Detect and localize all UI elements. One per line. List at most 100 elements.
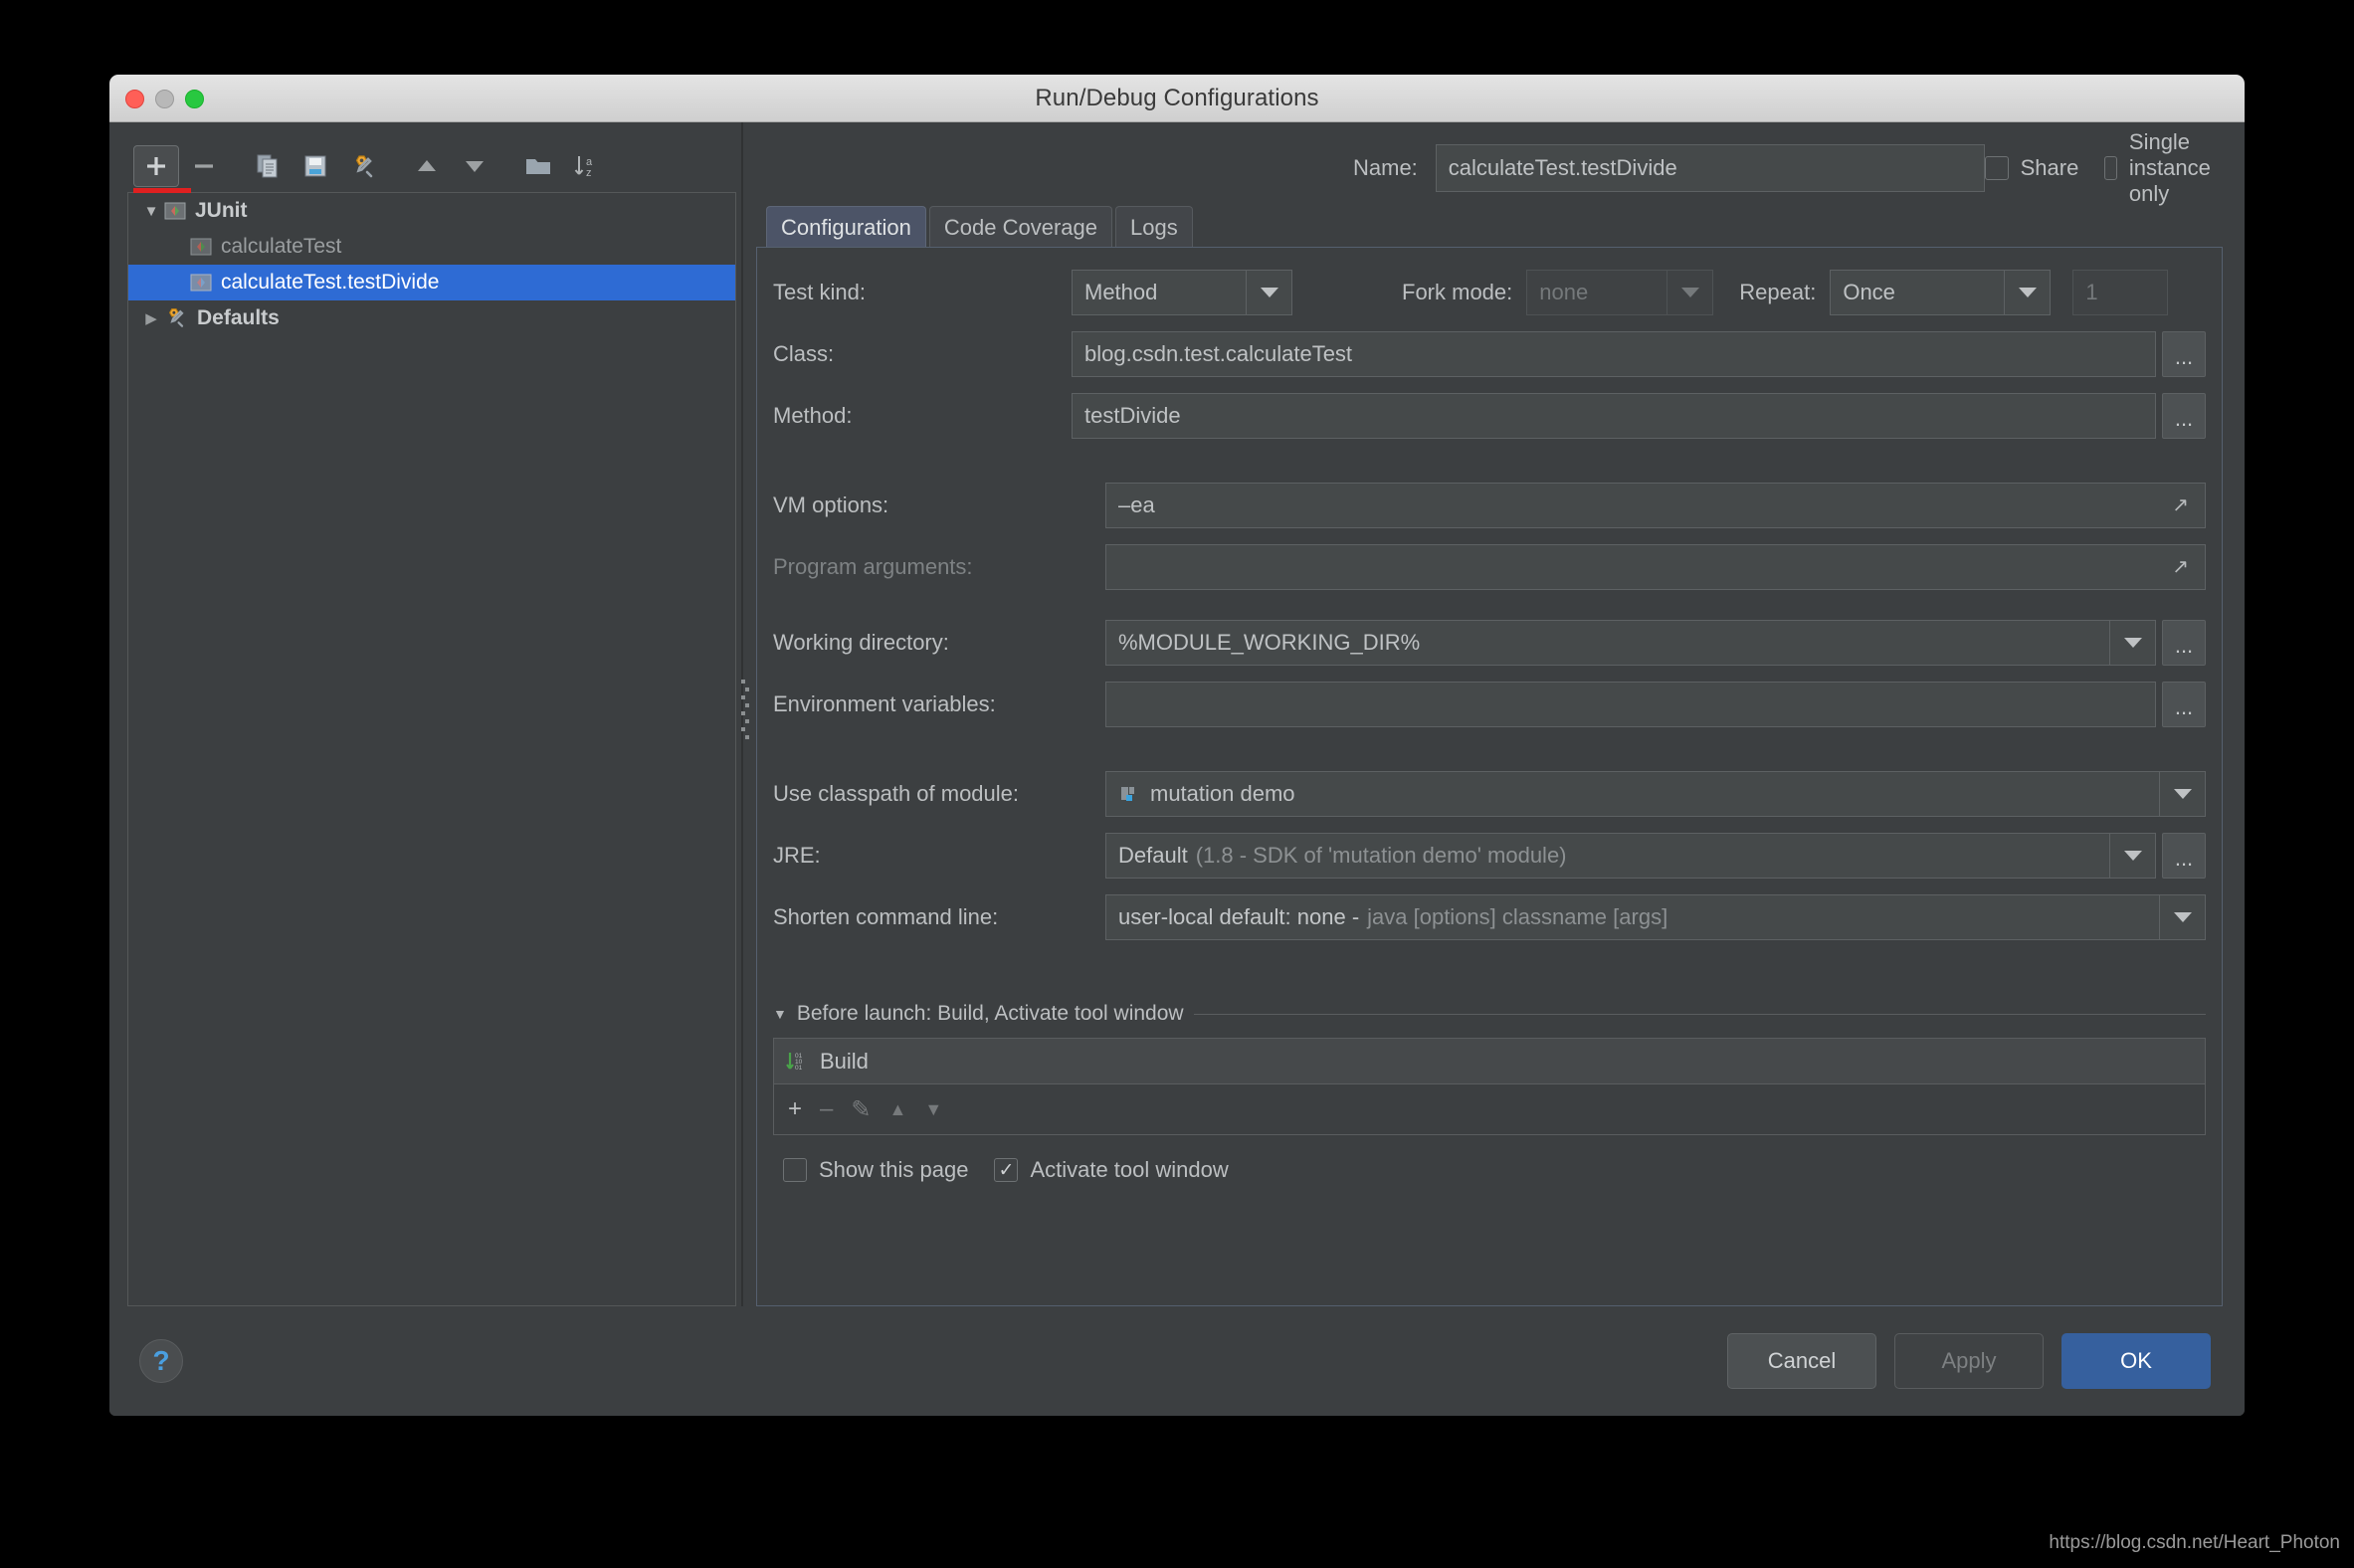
copy-configuration-button[interactable] xyxy=(245,145,291,187)
chevron-down-icon[interactable] xyxy=(2110,620,2156,666)
remove-configuration-button[interactable] xyxy=(181,145,227,187)
configurations-tree[interactable]: ▼ JUnit calculateTest calculateTest.test… xyxy=(127,192,736,1306)
before-launch-options: Show this page ✓ Activate tool window xyxy=(773,1157,2206,1183)
tree-item-junit[interactable]: ▼ JUnit xyxy=(128,193,735,229)
tree-item-label: calculateTest.testDivide xyxy=(221,271,440,294)
chevron-down-icon[interactable] xyxy=(2160,771,2206,817)
close-window-button[interactable] xyxy=(125,89,144,108)
svg-text:z: z xyxy=(586,167,592,179)
jre-value-rest: (1.8 - SDK of 'mutation demo' module) xyxy=(1195,843,1567,868)
show-this-page-label: Show this page xyxy=(819,1157,969,1182)
create-folder-button[interactable] xyxy=(515,145,561,187)
jre-label: JRE: xyxy=(773,843,821,868)
before-launch-task-build[interactable]: 01 10 01 Build xyxy=(774,1039,2205,1084)
configurations-toolbar: a z xyxy=(127,140,738,193)
save-configuration-button[interactable] xyxy=(293,145,338,187)
share-checkbox-box[interactable] xyxy=(1984,156,2009,180)
before-launch-twisty-icon[interactable]: ▼ xyxy=(773,1006,787,1022)
expand-editor-icon[interactable]: ↗ xyxy=(2172,545,2193,589)
show-this-page-checkbox[interactable]: Show this page xyxy=(783,1157,968,1183)
expand-twisty-icon[interactable]: ▼ xyxy=(138,203,164,220)
minimize-window-button[interactable] xyxy=(155,89,174,108)
method-input[interactable]: testDivide xyxy=(1072,393,2156,439)
panel-splitter[interactable] xyxy=(738,122,752,1306)
environment-variables-input[interactable] xyxy=(1105,682,2156,727)
class-browse-button[interactable]: ... xyxy=(2162,331,2206,377)
move-up-button[interactable] xyxy=(404,145,450,187)
section-spacer-3 xyxy=(773,743,2206,771)
activate-tool-window-checkbox[interactable]: ✓ Activate tool window xyxy=(994,1157,1229,1183)
add-configuration-button[interactable] xyxy=(133,145,179,187)
chevron-down-icon[interactable] xyxy=(1247,270,1292,315)
move-task-up-button: ▲ xyxy=(888,1098,907,1119)
tree-item-calculatetest-testdivide[interactable]: calculateTest.testDivide xyxy=(128,265,735,300)
tab-configuration[interactable]: Configuration xyxy=(766,206,926,248)
window-titlebar: Run/Debug Configurations xyxy=(109,75,2245,122)
module-combo[interactable]: mutation demo xyxy=(1105,771,2206,817)
module-name: mutation demo xyxy=(1150,781,1295,806)
red-highlight-underline xyxy=(133,188,191,193)
chevron-down-icon xyxy=(1667,270,1714,315)
jre-combo[interactable]: Default (1.8 - SDK of 'mutation demo' mo… xyxy=(1105,833,2156,879)
shorten-command-line-combo[interactable]: user-local default: none - java [options… xyxy=(1105,894,2206,940)
name-input[interactable]: calculateTest.testDivide xyxy=(1435,144,1985,192)
fork-mode-label: Fork mode: xyxy=(1402,280,1513,304)
jre-browse-button[interactable]: ... xyxy=(2162,833,2206,879)
environment-variables-browse-button[interactable]: ... xyxy=(2162,682,2206,727)
test-kind-combo[interactable]: Method xyxy=(1072,270,1292,315)
add-task-button[interactable]: + xyxy=(788,1095,802,1123)
editor-tabs: Configuration Code Coverage Logs xyxy=(756,206,2223,248)
chevron-down-icon[interactable] xyxy=(2160,894,2206,940)
repeat-value[interactable]: Once xyxy=(1830,270,2006,315)
share-checkbox[interactable]: Share xyxy=(1984,155,2079,181)
cancel-button[interactable]: Cancel xyxy=(1727,1333,1876,1389)
vm-options-input[interactable]: –ea ↗ xyxy=(1105,483,2206,528)
working-directory-browse-button[interactable]: ... xyxy=(2162,620,2206,666)
single-instance-checkbox-box[interactable] xyxy=(2104,156,2117,180)
jre-value[interactable]: Default (1.8 - SDK of 'mutation demo' mo… xyxy=(1105,833,2110,879)
shorten-command-line-row: Shorten command line: user-local default… xyxy=(773,894,2206,940)
sort-alphabetically-button[interactable]: a z xyxy=(563,145,609,187)
tab-logs[interactable]: Logs xyxy=(1114,206,1193,248)
test-kind-value[interactable]: Method xyxy=(1072,270,1247,315)
edit-defaults-button[interactable] xyxy=(340,145,386,187)
fork-mode-value: none xyxy=(1526,270,1668,315)
repeat-combo[interactable]: Once xyxy=(1830,270,2052,315)
vm-options-value: –ea xyxy=(1118,492,1155,517)
shorten-command-line-value[interactable]: user-local default: none - java [options… xyxy=(1105,894,2160,940)
tab-code-coverage[interactable]: Code Coverage xyxy=(928,206,1112,248)
method-browse-button[interactable]: ... xyxy=(2162,393,2206,439)
before-launch-task-toolbar: + – ✎ ▲ ▼ xyxy=(774,1084,2205,1134)
working-directory-row: Working directory: %MODULE_WORKING_DIR% … xyxy=(773,620,2206,666)
environment-variables-label: Environment variables: xyxy=(773,691,996,716)
expand-editor-icon[interactable]: ↗ xyxy=(2172,484,2193,527)
move-down-button[interactable] xyxy=(452,145,497,187)
tree-item-calculatetest[interactable]: calculateTest xyxy=(128,229,735,265)
activate-tool-window-checkbox-box[interactable]: ✓ xyxy=(994,1158,1019,1182)
tree-item-defaults[interactable]: ▶ Defaults xyxy=(128,300,735,336)
single-instance-checkbox[interactable]: Single instance only xyxy=(2104,129,2223,207)
collapse-twisty-icon[interactable]: ▶ xyxy=(138,309,164,327)
repeat-label: Repeat: xyxy=(1739,280,1817,304)
tree-item-label: calculateTest xyxy=(221,235,342,258)
maximize-window-button[interactable] xyxy=(185,89,204,108)
class-input[interactable]: blog.csdn.test.calculateTest xyxy=(1072,331,2156,377)
shorten-value-strong: user-local default: none - xyxy=(1118,904,1360,929)
help-button[interactable]: ? xyxy=(139,1339,183,1383)
chevron-down-icon[interactable] xyxy=(2005,270,2052,315)
before-launch-divider xyxy=(1193,1013,2206,1015)
shorten-command-line-label: Shorten command line: xyxy=(773,904,999,929)
name-label: Name: xyxy=(1353,155,1418,180)
module-value[interactable]: mutation demo xyxy=(1105,771,2160,817)
working-directory-combo[interactable]: %MODULE_WORKING_DIR% xyxy=(1105,620,2156,666)
before-launch-header[interactable]: ▼ Before launch: Build, Activate tool wi… xyxy=(773,1002,2206,1026)
ok-button[interactable]: OK xyxy=(2061,1333,2211,1389)
build-icon: 01 10 01 xyxy=(784,1049,810,1075)
window-title: Run/Debug Configurations xyxy=(1035,84,1319,111)
program-arguments-input[interactable]: ↗ xyxy=(1105,544,2206,590)
move-task-down-button: ▼ xyxy=(924,1098,943,1119)
working-directory-input[interactable]: %MODULE_WORKING_DIR% xyxy=(1105,620,2110,666)
chevron-down-icon[interactable] xyxy=(2110,833,2156,879)
show-this-page-checkbox-box[interactable] xyxy=(783,1158,807,1182)
share-label: Share xyxy=(2020,155,2079,180)
